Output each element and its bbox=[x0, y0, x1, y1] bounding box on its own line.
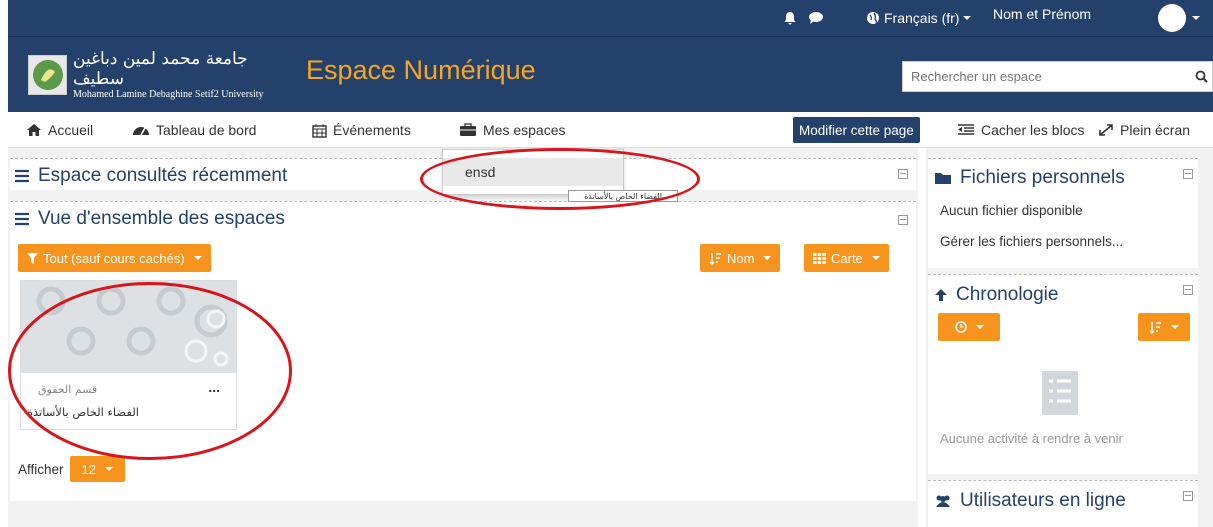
menu-icon bbox=[15, 169, 29, 183]
dashboard-icon bbox=[133, 127, 149, 136]
sort-dropdown[interactable]: Nom bbox=[700, 244, 781, 272]
globe-icon bbox=[867, 12, 879, 24]
search-icon[interactable] bbox=[1190, 66, 1212, 88]
page-size-dropdown[interactable]: 12 bbox=[69, 456, 125, 482]
nav-home-label: Accueil bbox=[48, 122, 94, 138]
chevron-down-icon bbox=[1171, 325, 1179, 329]
users-icon bbox=[936, 495, 950, 507]
logo-text: جامعة محمد لمين دباغين سطيف Mohamed Lami… bbox=[73, 49, 298, 101]
chevron-down-icon bbox=[105, 467, 113, 471]
menu-icon bbox=[15, 212, 29, 226]
collapse-block-icon[interactable] bbox=[1183, 285, 1193, 295]
sort-icon bbox=[1149, 321, 1161, 334]
sort-icon bbox=[709, 252, 721, 265]
fullscreen-button[interactable]: Plein écran bbox=[1098, 112, 1190, 148]
folder-icon bbox=[935, 173, 951, 184]
annotation-circle-card bbox=[8, 282, 292, 460]
chevron-down-icon bbox=[763, 256, 772, 260]
overview-title: Vue d'ensemble des espaces bbox=[14, 208, 285, 230]
expand-icon bbox=[1099, 124, 1113, 136]
overview-label: Vue d'ensemble des espaces bbox=[38, 208, 285, 229]
sidebar: Fichiers personnels Aucun fichier dispon… bbox=[926, 148, 1213, 527]
language-label: Français (fr) bbox=[884, 10, 960, 26]
online-users-block: Utilisateurs en ligne bbox=[928, 480, 1198, 527]
edit-page-button[interactable]: Modifier cette page bbox=[793, 117, 920, 143]
top-bar: Français (fr) Nom et Prénom bbox=[8, 0, 1213, 36]
hide-blocks-label: Cacher les blocs bbox=[981, 122, 1085, 138]
sort-label: Nom bbox=[727, 250, 755, 266]
nav-dashboard-label: Tableau de bord bbox=[156, 122, 257, 138]
pagination-control: Afficher 12 bbox=[18, 456, 125, 482]
arrow-up-icon bbox=[935, 289, 947, 301]
timeline-empty-text: Aucune activité à rendre à venir bbox=[940, 431, 1123, 446]
filter-dropdown[interactable]: Tout (sauf cours cachés) bbox=[18, 244, 211, 272]
filter-label: Tout (sauf cours cachés) bbox=[43, 250, 185, 266]
page-size-value: 12 bbox=[81, 461, 96, 477]
language-menu[interactable]: Français (fr) bbox=[866, 0, 972, 36]
hide-blocks-icon bbox=[958, 124, 974, 135]
nav-home[interactable]: Accueil bbox=[26, 112, 93, 148]
home-icon bbox=[27, 124, 41, 136]
collapse-block-icon[interactable] bbox=[1183, 169, 1193, 179]
grid-icon bbox=[813, 252, 826, 264]
online-users-label: Utilisateurs en ligne bbox=[960, 490, 1126, 511]
bell-icon[interactable] bbox=[783, 0, 797, 36]
clock-icon bbox=[954, 321, 967, 333]
collapse-block-icon[interactable] bbox=[898, 215, 908, 225]
nav-my-spaces-label: Mes espaces bbox=[483, 122, 566, 138]
hide-blocks-button[interactable]: Cacher les blocs bbox=[957, 112, 1085, 148]
site-title[interactable]: Espace Numérique bbox=[306, 55, 536, 86]
logo-english: Mohamed Lamine Debaghine Setif2 Universi… bbox=[73, 89, 264, 100]
avatar bbox=[1158, 4, 1186, 32]
recent-spaces-title: Espace consultés récemment bbox=[14, 165, 287, 187]
chevron-down-icon bbox=[871, 256, 880, 260]
timeline-title: Chronologie bbox=[934, 284, 1058, 306]
nav-my-spaces[interactable]: Mes espaces bbox=[459, 112, 565, 148]
expand-block-icon[interactable] bbox=[898, 169, 908, 179]
recent-spaces-label: Espace consultés récemment bbox=[38, 165, 288, 186]
nav-events[interactable]: Événements bbox=[312, 112, 411, 148]
chevron-down-icon bbox=[975, 325, 984, 329]
university-logo[interactable]: جامعة محمد لمين دباغين سطيف Mohamed Lami… bbox=[28, 49, 298, 100]
nav-events-label: Événements bbox=[333, 122, 411, 138]
annotation-circle-dropdown bbox=[420, 148, 700, 210]
logo-emblem bbox=[28, 55, 68, 95]
nav-dashboard[interactable]: Tableau de bord bbox=[132, 112, 256, 148]
logo-arabic: جامعة محمد لمين دباغين سطيف bbox=[73, 49, 248, 89]
private-files-block: Fichiers personnels Aucun fichier dispon… bbox=[928, 158, 1198, 268]
show-label: Afficher bbox=[18, 461, 64, 477]
filter-icon bbox=[27, 252, 38, 264]
timeline-sort-dropdown[interactable] bbox=[1138, 313, 1190, 341]
chevron-down-icon bbox=[963, 16, 972, 20]
user-name[interactable]: Nom et Prénom bbox=[993, 0, 1091, 32]
site-header: جامعة محمد لمين دباغين سطيف Mohamed Lami… bbox=[8, 36, 1213, 112]
view-label: Carte bbox=[831, 250, 863, 266]
private-files-label: Fichiers personnels bbox=[960, 167, 1125, 188]
fullscreen-label: Plein écran bbox=[1120, 122, 1191, 138]
timeline-label: Chronologie bbox=[956, 284, 1059, 305]
user-menu[interactable] bbox=[1158, 0, 1200, 36]
private-files-title: Fichiers personnels bbox=[934, 167, 1125, 189]
no-files-text: Aucun fichier disponible bbox=[940, 203, 1083, 218]
briefcase-icon bbox=[460, 123, 476, 136]
timeline-filter-dropdown[interactable] bbox=[938, 313, 1000, 341]
collapse-block-icon[interactable] bbox=[1183, 491, 1193, 501]
chevron-down-icon bbox=[1192, 16, 1200, 20]
main-navbar: Accueil Tableau de bord Événements Mes e… bbox=[8, 112, 1213, 148]
online-users-title: Utilisateurs en ligne bbox=[934, 490, 1126, 512]
search-box bbox=[902, 61, 1213, 92]
timeline-block: Chronologie Aucune activité à rendre à v… bbox=[928, 274, 1198, 474]
manage-files-link[interactable]: Gérer les fichiers personnels... bbox=[940, 234, 1123, 249]
view-dropdown[interactable]: Carte bbox=[804, 244, 889, 272]
chat-icon[interactable] bbox=[808, 0, 824, 36]
calendar-icon bbox=[312, 123, 327, 138]
search-input[interactable] bbox=[911, 69, 1190, 84]
chevron-down-icon bbox=[193, 256, 202, 260]
empty-list-icon bbox=[1042, 371, 1078, 415]
